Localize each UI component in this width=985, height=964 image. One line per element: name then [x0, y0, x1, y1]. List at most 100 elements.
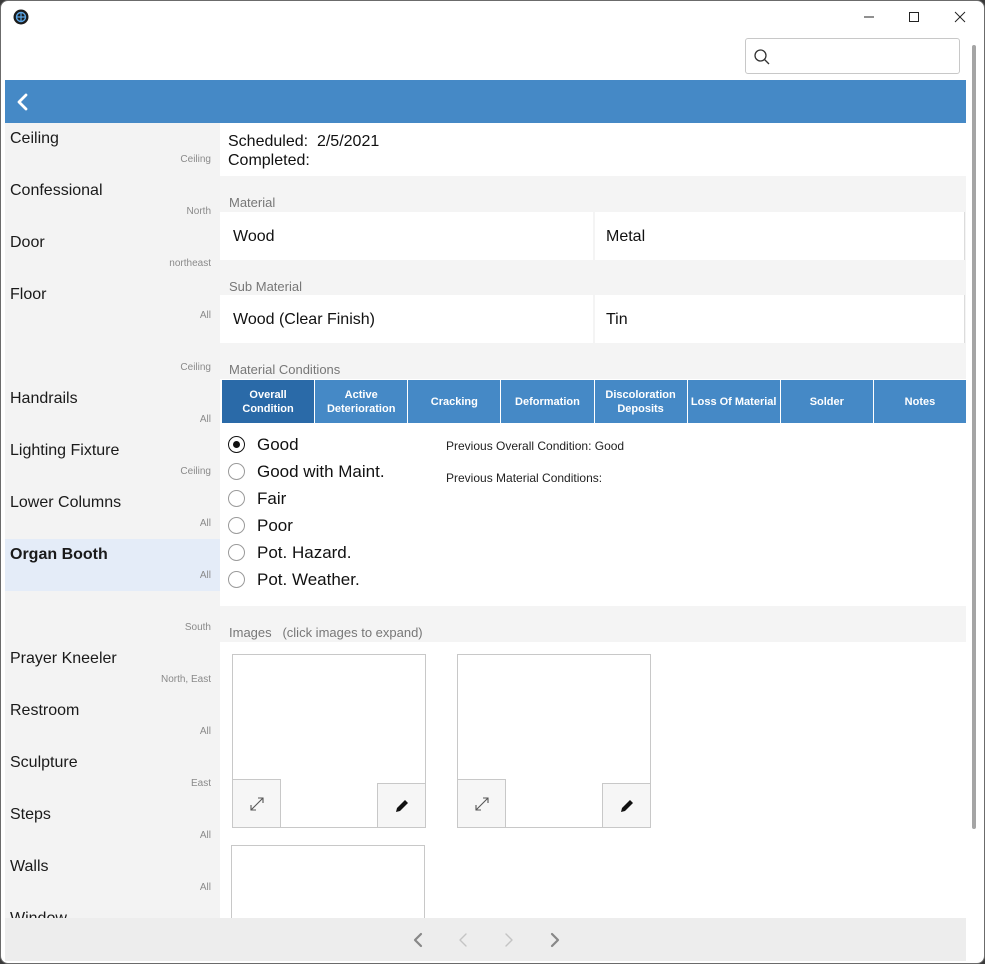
radio-button[interactable] [228, 436, 245, 453]
sidebar-item-label: Lower Columns [10, 494, 122, 511]
condition-option-fair[interactable]: Fair [228, 489, 418, 516]
sidebar-item-location: All [199, 830, 211, 841]
sidebar-item-label: Confessional [10, 182, 103, 199]
sidebar-item-prayer-kneeler[interactable]: Prayer Kneeler North, East [5, 643, 220, 695]
edit-button[interactable] [602, 783, 650, 827]
sidebar-item-label: Window [10, 910, 67, 918]
close-icon [954, 11, 966, 23]
radio-label: Good with Maint. [257, 462, 385, 481]
tab-notes[interactable]: Notes [873, 380, 966, 423]
minimize-button[interactable] [846, 1, 892, 33]
sidebar-item-sculpture[interactable]: Sculpture East [5, 747, 220, 799]
next-page-button[interactable] [499, 930, 519, 950]
tab-cracking[interactable]: Cracking [408, 380, 502, 423]
tab-solder[interactable]: Solder [780, 380, 874, 423]
pencil-icon [395, 799, 408, 812]
radio-label: Good [257, 435, 299, 454]
sidebar-item-lower-columns[interactable]: Lower Columns All [5, 487, 220, 539]
sidebar-item-steps[interactable]: Steps All [5, 799, 220, 851]
search-box[interactable] [745, 38, 960, 74]
sidebar-item-door[interactable]: Door northeast [5, 227, 220, 279]
tab-active-deterioration[interactable]: Active Deterioration [315, 380, 409, 423]
condition-radio-group: Good Good with Maint. Fair Poor Pot. Haz… [228, 435, 418, 597]
sidebar-item-location: North, East [160, 674, 211, 685]
globe-icon [13, 9, 29, 25]
radio-button[interactable] [228, 571, 245, 588]
sidebar-item-restroom[interactable]: Restroom All [5, 695, 220, 747]
radio-button[interactable] [228, 544, 245, 561]
pencil-icon [620, 799, 633, 812]
radio-label: Poor [257, 516, 293, 535]
sidebar-item-label: Steps [10, 806, 51, 823]
image-thumbnail[interactable] [231, 845, 425, 925]
condition-option-poor[interactable]: Poor [228, 516, 418, 543]
sidebar-item-location: northeast [169, 258, 211, 269]
scheduled-value: 2/5/2021 [316, 133, 380, 150]
sidebar-item-ceiling[interactable]: Ceiling Ceiling [5, 123, 220, 175]
material-left-cell[interactable]: Wood [220, 212, 593, 260]
material-conditions-header-label: Material Conditions [229, 362, 341, 377]
sub-material-left-cell[interactable]: Wood (Clear Finish) [220, 295, 593, 343]
material-header-label: Material [229, 195, 276, 210]
first-page-button[interactable] [408, 930, 428, 950]
edit-button[interactable] [377, 783, 425, 827]
sidebar-item-window[interactable]: Window [5, 903, 220, 918]
condition-option-good[interactable]: Good [228, 435, 418, 462]
close-button[interactable] [937, 1, 983, 33]
chevron-left-thin-icon [459, 933, 467, 947]
sidebar-item-unnamed-ceiling[interactable]: Ceiling [5, 331, 220, 383]
sidebar-item-handrails[interactable]: Handrails All [5, 383, 220, 435]
tab-loss-of-material[interactable]: Loss Of Material [687, 380, 781, 423]
sidebar-item-lighting-fixture[interactable]: Lighting Fixture Ceiling [5, 435, 220, 487]
radio-label: Pot. Weather. [257, 570, 360, 589]
radio-button[interactable] [228, 490, 245, 507]
images-header-label: Images (click images to expand) [229, 625, 423, 640]
sidebar-item-floor[interactable]: Floor All [5, 279, 220, 331]
sidebar-item-organ-booth[interactable]: Organ Booth All [5, 539, 220, 591]
completed-label: Completed: [228, 152, 310, 169]
sidebar-item-unnamed-south[interactable]: South [5, 591, 220, 643]
sidebar-item-label: Prayer Kneeler [10, 650, 117, 667]
previous-page-button[interactable] [453, 930, 473, 950]
sidebar-item-location: North [186, 206, 211, 217]
expand-button[interactable] [233, 779, 281, 827]
scheduled-label: Scheduled: [228, 133, 309, 150]
sub-material-right-cell[interactable]: Tin [595, 295, 965, 343]
sidebar-item-label: Ceiling [10, 130, 59, 147]
material-row: Wood Metal [220, 212, 966, 260]
condition-option-good-with-maint[interactable]: Good with Maint. [228, 462, 418, 489]
material-right-cell[interactable]: Metal [595, 212, 965, 260]
maximize-icon [909, 12, 919, 22]
chevron-right-thin-icon [505, 933, 513, 947]
condition-option-pot-weather[interactable]: Pot. Weather. [228, 570, 418, 597]
search-input[interactable] [776, 39, 956, 73]
sidebar-item-location: All [199, 310, 211, 321]
radio-button[interactable] [228, 517, 245, 534]
tab-discoloration-deposits[interactable]: Discoloration Deposits [594, 380, 688, 423]
sidebar-item-location: All [199, 414, 211, 425]
sidebar-item-walls[interactable]: Walls All [5, 851, 220, 903]
material-conditions-header: Material Conditions [220, 343, 966, 379]
image-thumbnail[interactable] [232, 654, 426, 828]
last-page-button[interactable] [545, 930, 565, 950]
chevron-left-icon[interactable] [13, 92, 33, 112]
maximize-button[interactable] [891, 1, 937, 33]
condition-option-pot-hazard[interactable]: Pot. Hazard. [228, 543, 418, 570]
scrollbar[interactable] [972, 45, 976, 829]
sidebar-item-label: Lighting Fixture [10, 442, 120, 459]
expand-icon [474, 796, 489, 811]
material-header: Material [220, 176, 966, 212]
sub-material-row: Wood (Clear Finish) Tin [220, 295, 966, 343]
tab-overall-condition[interactable]: Overall Condition [222, 380, 316, 423]
sidebar-item-location: All [199, 726, 211, 737]
image-thumbnail[interactable] [457, 654, 651, 828]
detail-panel: Scheduled: 2/5/2021 Completed: Material … [220, 123, 966, 925]
tab-deformation[interactable]: Deformation [501, 380, 595, 423]
expand-button[interactable] [458, 779, 506, 827]
conditions-tabs: Overall Condition Active Deterioration C… [222, 380, 966, 423]
images-header: Images (click images to expand) [220, 606, 966, 642]
radio-button[interactable] [228, 463, 245, 480]
sidebar-item-confessional[interactable]: Confessional North [5, 175, 220, 227]
sidebar-item-location: All [199, 882, 211, 893]
previous-material-conditions: Previous Material Conditions: [446, 471, 603, 485]
